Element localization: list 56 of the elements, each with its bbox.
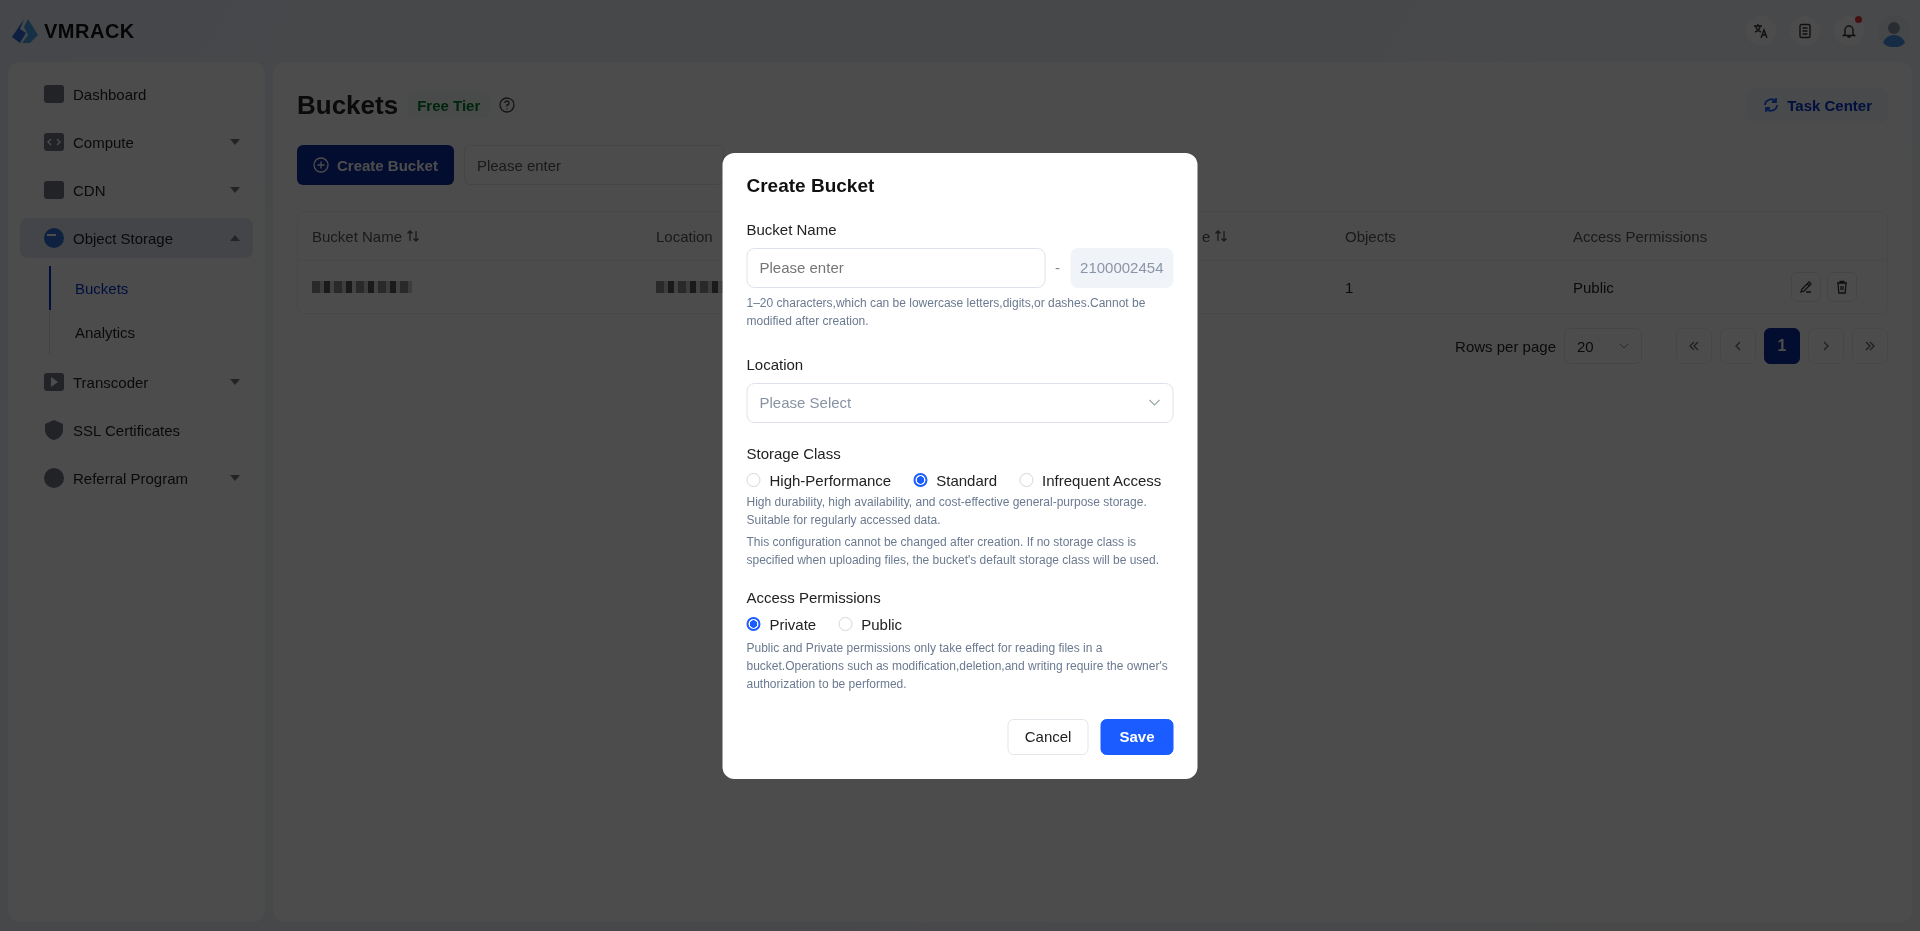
sidebar-subitem[interactable]: Buckets [49,266,253,310]
field-label: Bucket Name [746,220,838,238]
first-page-icon[interactable] [1676,328,1712,364]
sidebar-item[interactable]: Dashboard [20,74,253,114]
help-icon[interactable] [499,97,516,113]
sidebar-subitem[interactable]: Analytics [49,310,253,354]
field-label: Location [746,355,805,373]
sort-icon [406,229,421,243]
page-title: Buckets [297,89,399,121]
bucket-name-field[interactable]: Please enter [746,247,1046,288]
sidebar-item[interactable]: Compute [20,122,253,162]
shield-icon [43,419,65,441]
help-text: Public and Private permissions only take effect for reading files in a bucket.Operations such as modification,deletion,and writing require the owner's authorization to be performed. [746,639,1169,693]
save-button[interactable]: Save [1100,718,1174,755]
help-text: High durability, high availability, and cost-effective general-purpose storage. Suitable for regularly accessed data. [746,493,1148,529]
rows-per-page-label: Rows per page [1455,337,1556,355]
radio-option[interactable]: Infrequent Access [1019,471,1162,489]
play-icon [43,371,65,393]
help-text: This configuration cannot be changed after creation. If no storage class is specified when uploading files, the bucket's default storage class will be used. [746,533,1161,569]
add-icon [313,157,329,173]
sort-icon [1214,229,1229,243]
separator-text: - [1055,259,1061,276]
create-bucket-button[interactable]: Create Bucket [297,145,454,185]
chevron-down-icon [1148,399,1161,406]
tier-badge: Free Tier [408,91,490,119]
sidebar-item[interactable]: Transcoder [20,362,253,402]
sidebar-item[interactable]: Referral Program [20,458,253,498]
rows-per-page-select[interactable]: 20 [1564,328,1642,364]
code-icon [43,131,65,153]
delete-icon[interactable] [1827,272,1857,302]
refresh-icon [1763,97,1780,113]
translate-icon[interactable] [1746,16,1776,46]
edit-icon[interactable] [1791,272,1821,302]
sidebar-item[interactable]: CDN [20,170,253,210]
table-cell: 1 [1345,278,1354,296]
radio-option[interactable]: Public [838,615,903,633]
document-icon[interactable] [1790,16,1820,46]
chevron-down-icon [1619,343,1629,349]
help-text: 1–20 characters,which can be lowercase letters,digits,or dashes.Cannot be modified after creation. [746,294,1147,330]
page-button[interactable]: 1 [1764,328,1800,364]
sidebar-item[interactable]: SSL Certificates [20,410,253,450]
logo-icon [10,17,40,45]
last-page-icon[interactable] [1852,328,1888,364]
cancel-button[interactable]: Cancel [1007,718,1089,755]
logo-text: VMRACK [44,19,135,43]
radio-option[interactable]: Standard [913,471,998,489]
account-suffix-field: 2100002454 [1070,247,1174,288]
field-label: Access Permissions [746,588,882,606]
globe-icon [43,227,65,249]
table-cell: Public [1573,278,1614,296]
radio-option[interactable]: High-Performance [746,471,892,489]
radio-option[interactable]: Private [746,615,817,633]
dialog-title: Create Bucket [746,174,876,197]
notification-button[interactable] [1834,16,1864,46]
field-label: Storage Class [746,444,842,462]
bell-icon [1841,23,1857,39]
